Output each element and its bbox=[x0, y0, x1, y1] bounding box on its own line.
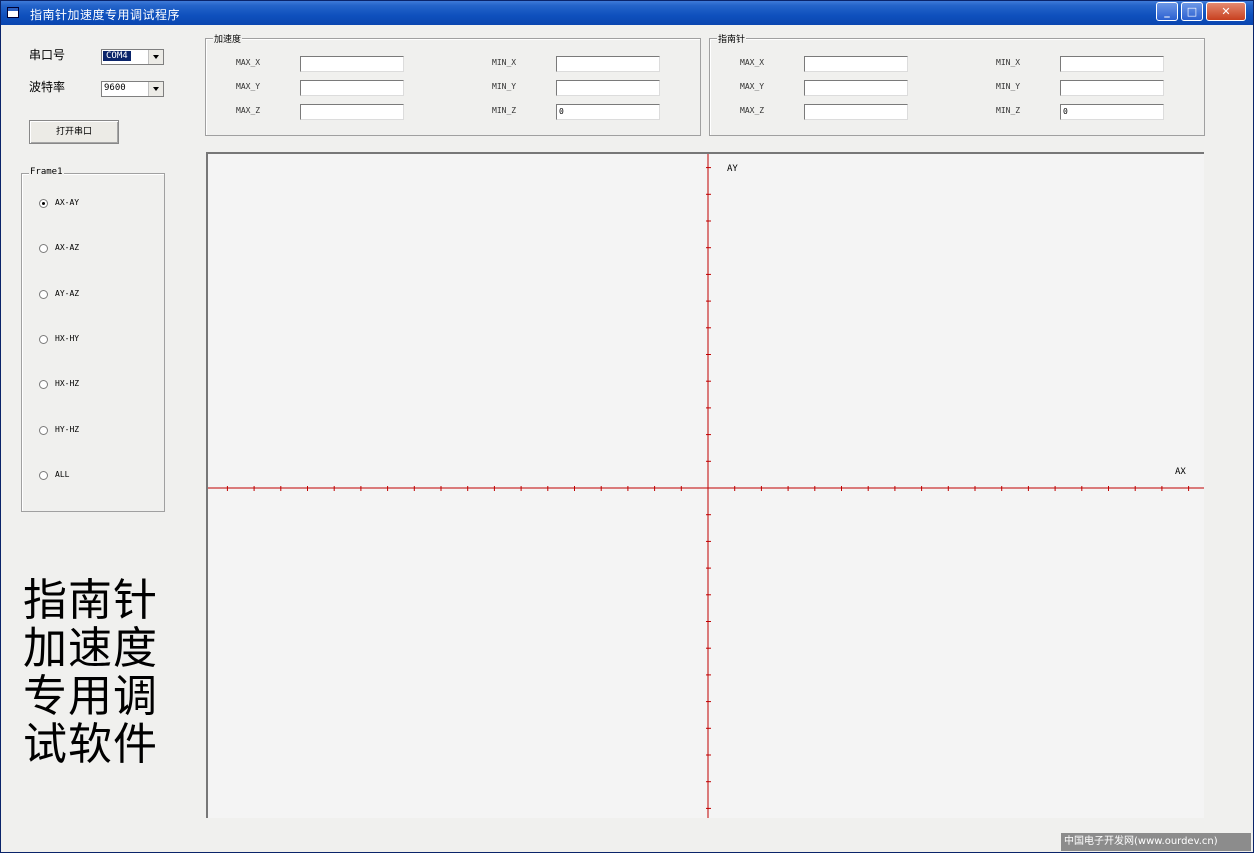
maximize-button[interactable]: □ bbox=[1181, 2, 1203, 21]
watermark: 中国电子开发网(www.ourdev.cn) bbox=[1061, 833, 1251, 851]
chevron-down-icon[interactable] bbox=[148, 82, 163, 96]
accel-field-input[interactable] bbox=[300, 80, 404, 96]
accel-field-input[interactable] bbox=[556, 56, 660, 72]
accel-field-label: MAX_X bbox=[236, 58, 261, 67]
close-icon: ✕ bbox=[1221, 5, 1231, 18]
baud-value: 9600 bbox=[104, 83, 126, 93]
radio-button-icon[interactable] bbox=[39, 199, 48, 208]
compass-field-input[interactable] bbox=[1060, 56, 1164, 72]
radio-label: AX-AY bbox=[55, 198, 80, 207]
close-button[interactable]: ✕ bbox=[1206, 2, 1246, 21]
accel-field-input[interactable] bbox=[556, 80, 660, 96]
accel-field-label: MAX_Z bbox=[236, 106, 261, 115]
compass-field-label: MIN_X bbox=[996, 58, 1021, 67]
maximize-icon: □ bbox=[1186, 5, 1198, 18]
accel-field-label: MIN_Z bbox=[492, 106, 517, 115]
open-port-button[interactable]: 打开串口 bbox=[29, 120, 119, 144]
port-label: 串口号 bbox=[29, 48, 66, 62]
main-window: 指南针加速度专用调试程序 _ □ ✕ 串口号 COM4 波特率 9600 打开串… bbox=[0, 0, 1254, 853]
radio-button-icon[interactable] bbox=[39, 244, 48, 253]
port-combo[interactable]: COM4 bbox=[101, 49, 164, 65]
y-axis-label: AY bbox=[727, 164, 738, 174]
big-text-line-2: 加速度 bbox=[23, 623, 158, 674]
big-text-line-3: 专用调 bbox=[23, 671, 158, 722]
radio-button-icon[interactable] bbox=[39, 290, 48, 299]
accel-field-label: MIN_X bbox=[492, 58, 517, 67]
radio-button-icon[interactable] bbox=[39, 380, 48, 389]
baud-label: 波特率 bbox=[29, 80, 66, 94]
radio-label: HX-HY bbox=[55, 334, 80, 343]
compass-field-input[interactable] bbox=[1060, 80, 1164, 96]
accel-group-title: 加速度 bbox=[213, 32, 243, 45]
compass-group-title: 指南针 bbox=[717, 32, 747, 45]
compass-field-label: MAX_X bbox=[740, 58, 765, 67]
big-text-line-1: 指南针 bbox=[23, 575, 158, 626]
compass-field-label: MAX_Y bbox=[740, 82, 765, 91]
radio-button-icon[interactable] bbox=[39, 426, 48, 435]
accel-field-input[interactable]: 0 bbox=[556, 104, 660, 120]
radio-label: AY-AZ bbox=[55, 289, 80, 298]
accel-field-input[interactable] bbox=[300, 56, 404, 72]
window-title: 指南针加速度专用调试程序 bbox=[30, 8, 181, 22]
plot-area[interactable]: AY AX bbox=[206, 152, 1204, 818]
radio-button-icon[interactable] bbox=[39, 471, 48, 480]
radio-button-icon[interactable] bbox=[39, 335, 48, 344]
compass-field-label: MIN_Y bbox=[996, 82, 1021, 91]
minimize-icon: _ bbox=[1164, 5, 1170, 18]
big-text-line-4: 试软件 bbox=[23, 719, 158, 770]
compass-field-input[interactable] bbox=[804, 104, 908, 120]
compass-field-input[interactable] bbox=[804, 56, 908, 72]
compass-field-label: MIN_Z bbox=[996, 106, 1021, 115]
accel-field-input[interactable] bbox=[300, 104, 404, 120]
radio-label: ALL bbox=[55, 470, 70, 479]
frame1-title: Frame1 bbox=[29, 167, 64, 177]
compass-field-input[interactable]: 0 bbox=[1060, 104, 1164, 120]
radio-label: AX-AZ bbox=[55, 243, 80, 252]
compass-field-label: MAX_Z bbox=[740, 106, 765, 115]
accel-field-label: MIN_Y bbox=[492, 82, 517, 91]
radio-label: HX-HZ bbox=[55, 379, 80, 388]
compass-field-input[interactable] bbox=[804, 80, 908, 96]
client-area: 串口号 COM4 波特率 9600 打开串口 Frame1 AX-AY AX-AZ… bbox=[2, 25, 1252, 851]
accel-field-label: MAX_Y bbox=[236, 82, 261, 91]
radio-label: HY-HZ bbox=[55, 425, 80, 434]
baud-combo[interactable]: 9600 bbox=[101, 81, 164, 97]
app-icon[interactable] bbox=[7, 7, 19, 18]
axes-svg bbox=[208, 154, 1204, 818]
minimize-button[interactable]: _ bbox=[1156, 2, 1178, 21]
title-bar[interactable]: 指南针加速度专用调试程序 _ □ ✕ bbox=[1, 1, 1253, 25]
port-value: COM4 bbox=[103, 51, 131, 61]
chevron-down-icon[interactable] bbox=[148, 50, 163, 64]
x-axis-label: AX bbox=[1175, 467, 1186, 477]
